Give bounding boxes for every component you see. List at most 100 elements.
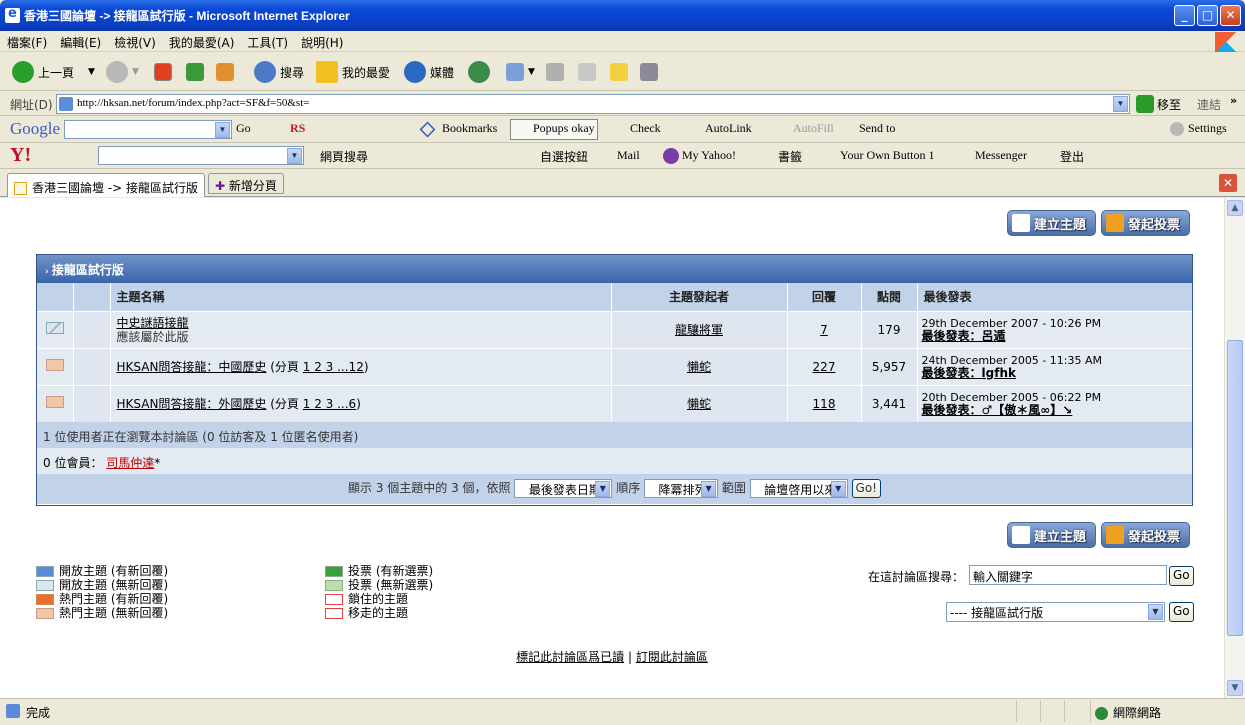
spellcheck-button[interactable]: Check bbox=[630, 121, 661, 136]
close-button[interactable]: ✕ bbox=[1220, 5, 1241, 26]
page-links[interactable]: 1 2 3 ...12 bbox=[303, 360, 364, 374]
yahoo-search-input[interactable]: ▼ bbox=[98, 146, 304, 165]
google-go-button[interactable]: Go bbox=[236, 121, 251, 136]
settings-button[interactable]: Settings bbox=[1188, 121, 1227, 136]
vertical-scrollbar[interactable]: ▲ ▼ bbox=[1224, 198, 1245, 698]
my-yahoo-button[interactable]: My Yahoo! bbox=[682, 148, 736, 163]
rss-button[interactable]: RS bbox=[290, 121, 305, 136]
google-logo[interactable]: Google bbox=[10, 119, 60, 139]
tab-new[interactable]: ✚ 新增分頁 bbox=[208, 173, 284, 194]
range-select[interactable]: 論壇啓用以來 ▼ bbox=[749, 479, 848, 498]
mail-button[interactable]: ▼ bbox=[506, 60, 535, 84]
last-poster-link[interactable]: ♂【傲＊風∞】↘ bbox=[982, 403, 1073, 417]
address-dropdown-icon[interactable]: ▼ bbox=[1113, 96, 1128, 112]
starter-link[interactable]: 懶蛇 bbox=[687, 397, 711, 411]
forum-search-go-button[interactable]: Go bbox=[1169, 566, 1194, 586]
forum-jump-select[interactable]: ---- 接龍區試行版 ▼ bbox=[946, 602, 1165, 622]
replies-link[interactable]: 7 bbox=[820, 323, 828, 337]
address-input[interactable]: http://hksan.net/forum/index.php?act=SF&… bbox=[56, 94, 1130, 114]
home-button[interactable] bbox=[216, 60, 238, 84]
menu-edit[interactable]: 編輯(E) bbox=[53, 31, 107, 51]
google-dropdown-icon[interactable]: ▼ bbox=[215, 122, 230, 138]
maximize-button[interactable]: □ bbox=[1197, 5, 1218, 26]
stop-button[interactable] bbox=[154, 60, 176, 84]
sort-go-button[interactable]: Go! bbox=[851, 479, 881, 498]
scroll-thumb[interactable] bbox=[1227, 340, 1243, 636]
page-content: 建立主題 發起投票 › 接龍區試行版 主題名稱 主題發起者 回覆 點閱 最後發表… bbox=[0, 198, 1224, 698]
new-topic-button[interactable]: 建立主題 bbox=[1007, 210, 1096, 236]
topic-link[interactable]: 中史謎語接龍 bbox=[117, 316, 189, 330]
order-select[interactable]: 降冪排列 ▼ bbox=[644, 479, 719, 498]
scroll-up-icon[interactable]: ▲ bbox=[1227, 200, 1243, 216]
topic-link[interactable]: HKSAN問答接龍：外國歷史 bbox=[117, 397, 267, 411]
yahoo-bookmarks-button[interactable]: 書籤 bbox=[778, 148, 802, 165]
last-poster-link[interactable]: lgfhk bbox=[982, 366, 1016, 380]
menu-file[interactable]: 檔案(F) bbox=[0, 31, 53, 51]
links-label[interactable]: 連結 bbox=[1197, 96, 1221, 113]
own-button[interactable]: Your Own Button 1 bbox=[840, 148, 934, 163]
go-arrow-icon[interactable] bbox=[1136, 95, 1154, 113]
scroll-down-icon[interactable]: ▼ bbox=[1227, 680, 1243, 696]
refresh-button[interactable] bbox=[186, 60, 208, 84]
bookmarks-button[interactable]: Bookmarks bbox=[442, 121, 497, 136]
yahoo-mail-button[interactable]: Mail bbox=[617, 148, 640, 163]
history-button[interactable] bbox=[468, 60, 494, 84]
last-poster-link[interactable]: 呂遁 bbox=[982, 329, 1006, 343]
starter-link[interactable]: 龍驤將軍 bbox=[675, 323, 723, 337]
page-icon bbox=[59, 97, 73, 111]
forum-search-input[interactable]: 輸入關鍵字 bbox=[969, 565, 1167, 585]
sort-by-select[interactable]: 最後發表日期 ▼ bbox=[514, 479, 613, 498]
popups-label: Popups okay bbox=[533, 121, 595, 135]
back-button[interactable]: 上一頁 ▼ bbox=[12, 60, 95, 84]
menu-view[interactable]: 檢視(V) bbox=[107, 31, 162, 51]
page-links[interactable]: 1 2 3 ...6 bbox=[303, 397, 356, 411]
new-poll-button[interactable]: 發起投票 bbox=[1101, 210, 1190, 236]
forum-jump-go-button[interactable]: Go bbox=[1169, 602, 1194, 622]
close-tab-icon[interactable]: ✕ bbox=[1219, 174, 1237, 192]
discuss-button[interactable] bbox=[610, 60, 632, 84]
custom-button[interactable]: 自選按鈕 bbox=[540, 148, 588, 165]
header-starter[interactable]: 主題發起者 bbox=[611, 283, 788, 311]
search-button[interactable]: 搜尋 bbox=[254, 60, 304, 84]
header-last-post[interactable]: 最後發表 bbox=[917, 283, 1192, 311]
status-cell bbox=[1040, 701, 1064, 722]
tab-current[interactable]: 香港三國論壇 -> 接龍區試行版 bbox=[7, 173, 205, 197]
title-bar: 香港三國論壇 -> 接龍區試行版 - Microsoft Internet Ex… bbox=[0, 0, 1245, 31]
yahoo-logo[interactable]: Y! bbox=[10, 144, 31, 167]
media-button[interactable]: 媒體 bbox=[404, 60, 454, 84]
print-button[interactable] bbox=[546, 60, 568, 84]
logout-button[interactable]: 登出 bbox=[1060, 148, 1084, 165]
autolink-button[interactable]: AutoLink bbox=[705, 121, 752, 136]
topic-link[interactable]: HKSAN問答接龍：中國歷史 bbox=[117, 360, 267, 374]
header-replies[interactable]: 回覆 bbox=[787, 283, 862, 311]
menu-tools[interactable]: 工具(T) bbox=[240, 31, 294, 51]
subscribe-link[interactable]: 訂閱此討論區 bbox=[636, 650, 708, 664]
messenger-button[interactable]: Messenger bbox=[975, 148, 1027, 163]
replies-link[interactable]: 227 bbox=[813, 360, 836, 374]
sendto-button[interactable]: Send to bbox=[859, 121, 895, 136]
new-poll-button-bottom[interactable]: 發起投票 bbox=[1101, 522, 1190, 548]
research-button[interactable] bbox=[640, 60, 662, 84]
menu-help[interactable]: 說明(H) bbox=[294, 31, 349, 51]
new-topic-button-bottom[interactable]: 建立主題 bbox=[1007, 522, 1096, 548]
header-views[interactable]: 點閱 bbox=[861, 283, 918, 311]
my-yahoo-icon bbox=[663, 148, 679, 164]
forward-button[interactable]: ▼ bbox=[106, 60, 139, 84]
replies-link[interactable]: 118 bbox=[813, 397, 836, 411]
favorites-button[interactable]: 我的最愛 bbox=[316, 60, 390, 84]
mark-read-link[interactable]: 標記此討論區爲已讀 bbox=[516, 650, 624, 664]
google-search-input[interactable]: ▼ bbox=[64, 120, 232, 139]
minimize-button[interactable]: _ bbox=[1174, 5, 1195, 26]
chevron-right-icon[interactable]: » bbox=[1230, 94, 1237, 107]
menu-favorites[interactable]: 我的最愛(A) bbox=[162, 31, 241, 51]
web-search-button[interactable]: 網頁搜尋 bbox=[320, 148, 368, 165]
table-row: HKSAN問答接龍：中國歷史 (分頁 1 2 3 ...12) 懶蛇 227 5… bbox=[37, 347, 1192, 385]
go-button[interactable]: 移至 bbox=[1157, 96, 1181, 113]
autofill-button[interactable]: AutoFill bbox=[793, 121, 834, 136]
starter-link[interactable]: 懶蛇 bbox=[687, 360, 711, 374]
yahoo-dropdown-icon[interactable]: ▼ bbox=[287, 148, 302, 164]
forward-arrow-icon bbox=[106, 61, 128, 83]
edit-button[interactable] bbox=[578, 60, 600, 84]
member-link[interactable]: 司馬仲達 bbox=[106, 456, 154, 470]
header-topic[interactable]: 主題名稱 bbox=[110, 283, 612, 311]
